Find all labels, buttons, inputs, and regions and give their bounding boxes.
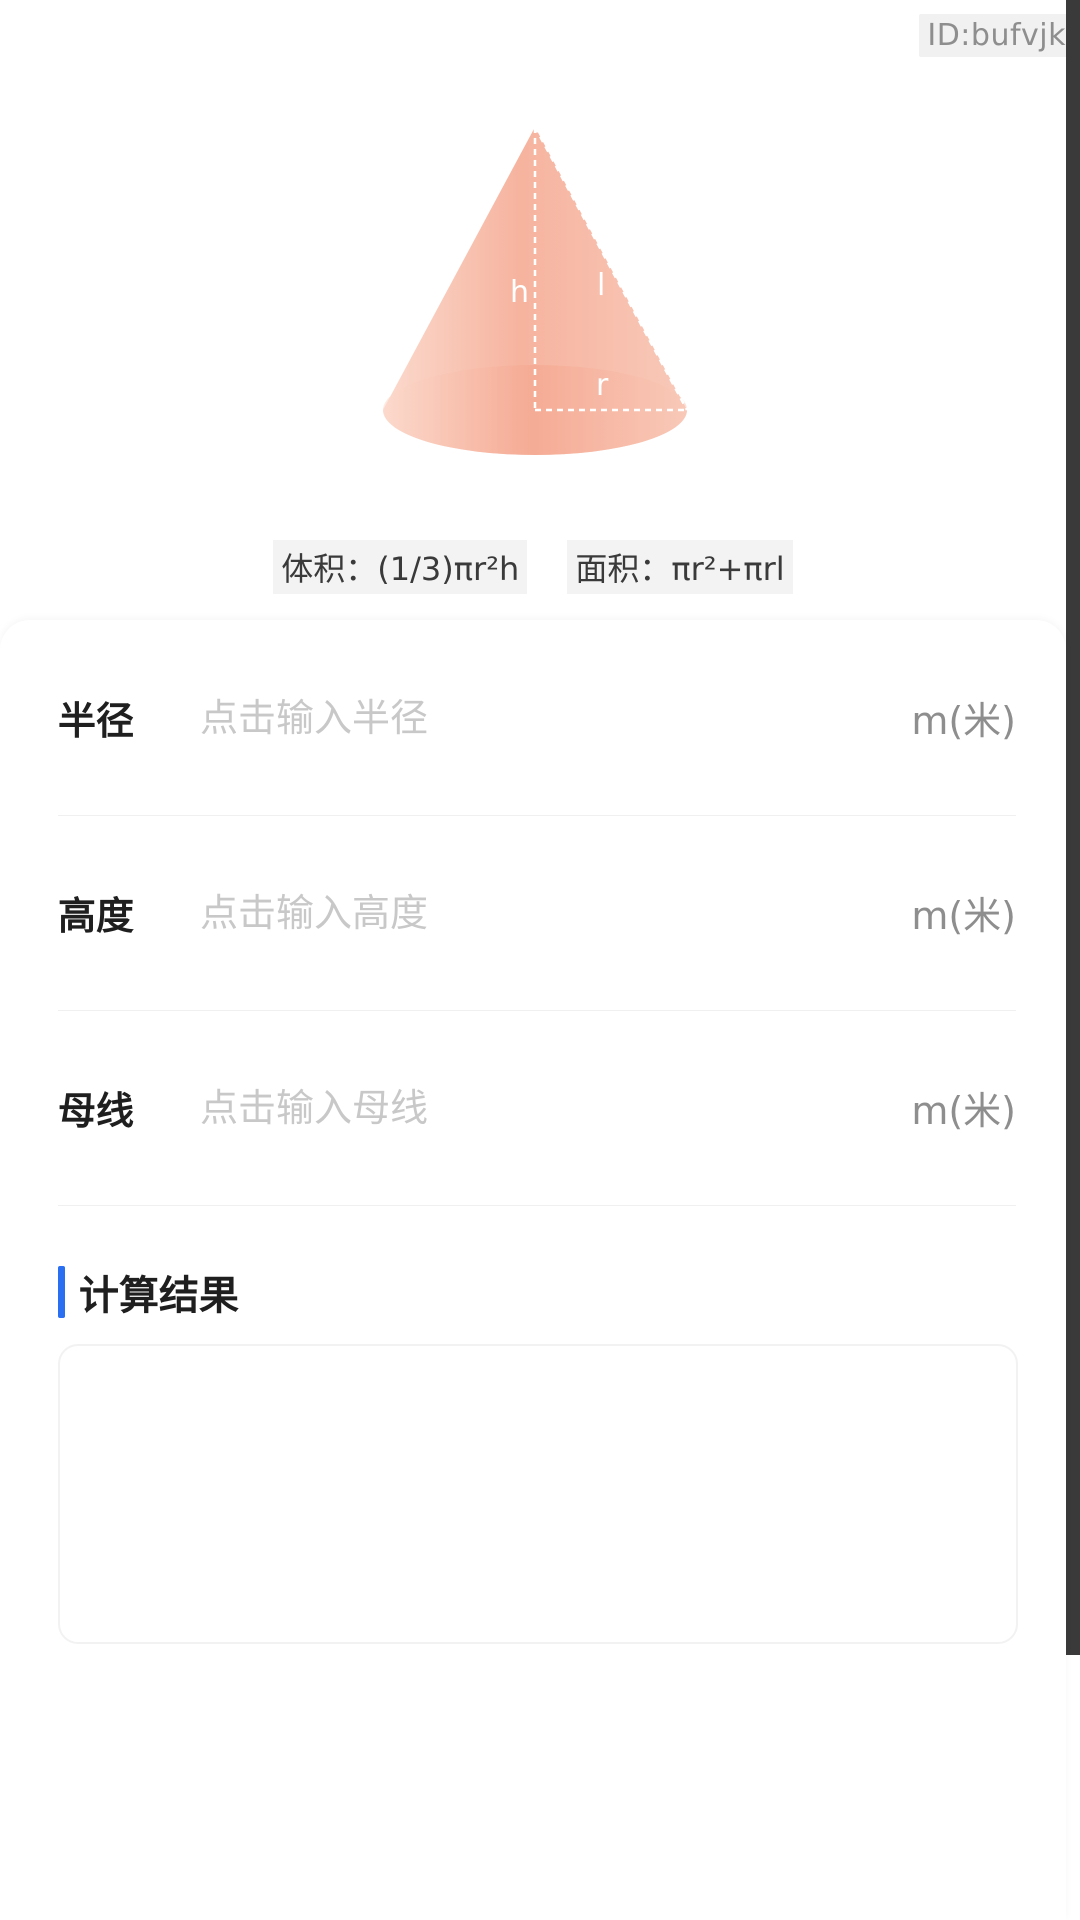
- label-l: l: [597, 268, 605, 303]
- scrollbar[interactable]: [1066, 0, 1080, 1655]
- radius-input[interactable]: [200, 677, 912, 758]
- slant-unit: m(米): [911, 1089, 1016, 1133]
- result-title: 计算结果: [58, 1265, 239, 1319]
- radius-unit: m(米): [911, 699, 1016, 743]
- volume-formula: 体积：(1/3)πr²h: [273, 540, 528, 594]
- height-unit: m(米): [911, 894, 1016, 938]
- result-box: [58, 1344, 1018, 1644]
- label-h: h: [510, 275, 529, 310]
- slant-input[interactable]: [200, 1067, 912, 1148]
- cone-figure: h l r: [350, 105, 730, 475]
- result-title-accent-bar: [58, 1266, 65, 1318]
- label-r: r: [596, 368, 609, 403]
- result-title-text: 计算结果: [79, 1273, 239, 1319]
- slant-row: 母线 m(米): [58, 1010, 1016, 1206]
- cone-calculator-screen: ID:bufvjk h l r 体积：(1/3)πr²h 面积：πr²+πrl …: [0, 0, 1080, 1920]
- height-label: 高度: [58, 894, 135, 938]
- id-tag: ID:bufvjk: [919, 14, 1074, 57]
- area-formula: 面积：πr²+πrl: [567, 540, 793, 594]
- radius-row: 半径 m(米): [58, 620, 1016, 816]
- height-input[interactable]: [200, 872, 912, 953]
- formula-row: 体积：(1/3)πr²h 面积：πr²+πrl: [0, 540, 1066, 594]
- radius-label: 半径: [58, 699, 135, 743]
- height-row: 高度 m(米): [58, 815, 1016, 1011]
- cone-illustration: h l r: [383, 126, 689, 455]
- slant-label: 母线: [58, 1089, 135, 1133]
